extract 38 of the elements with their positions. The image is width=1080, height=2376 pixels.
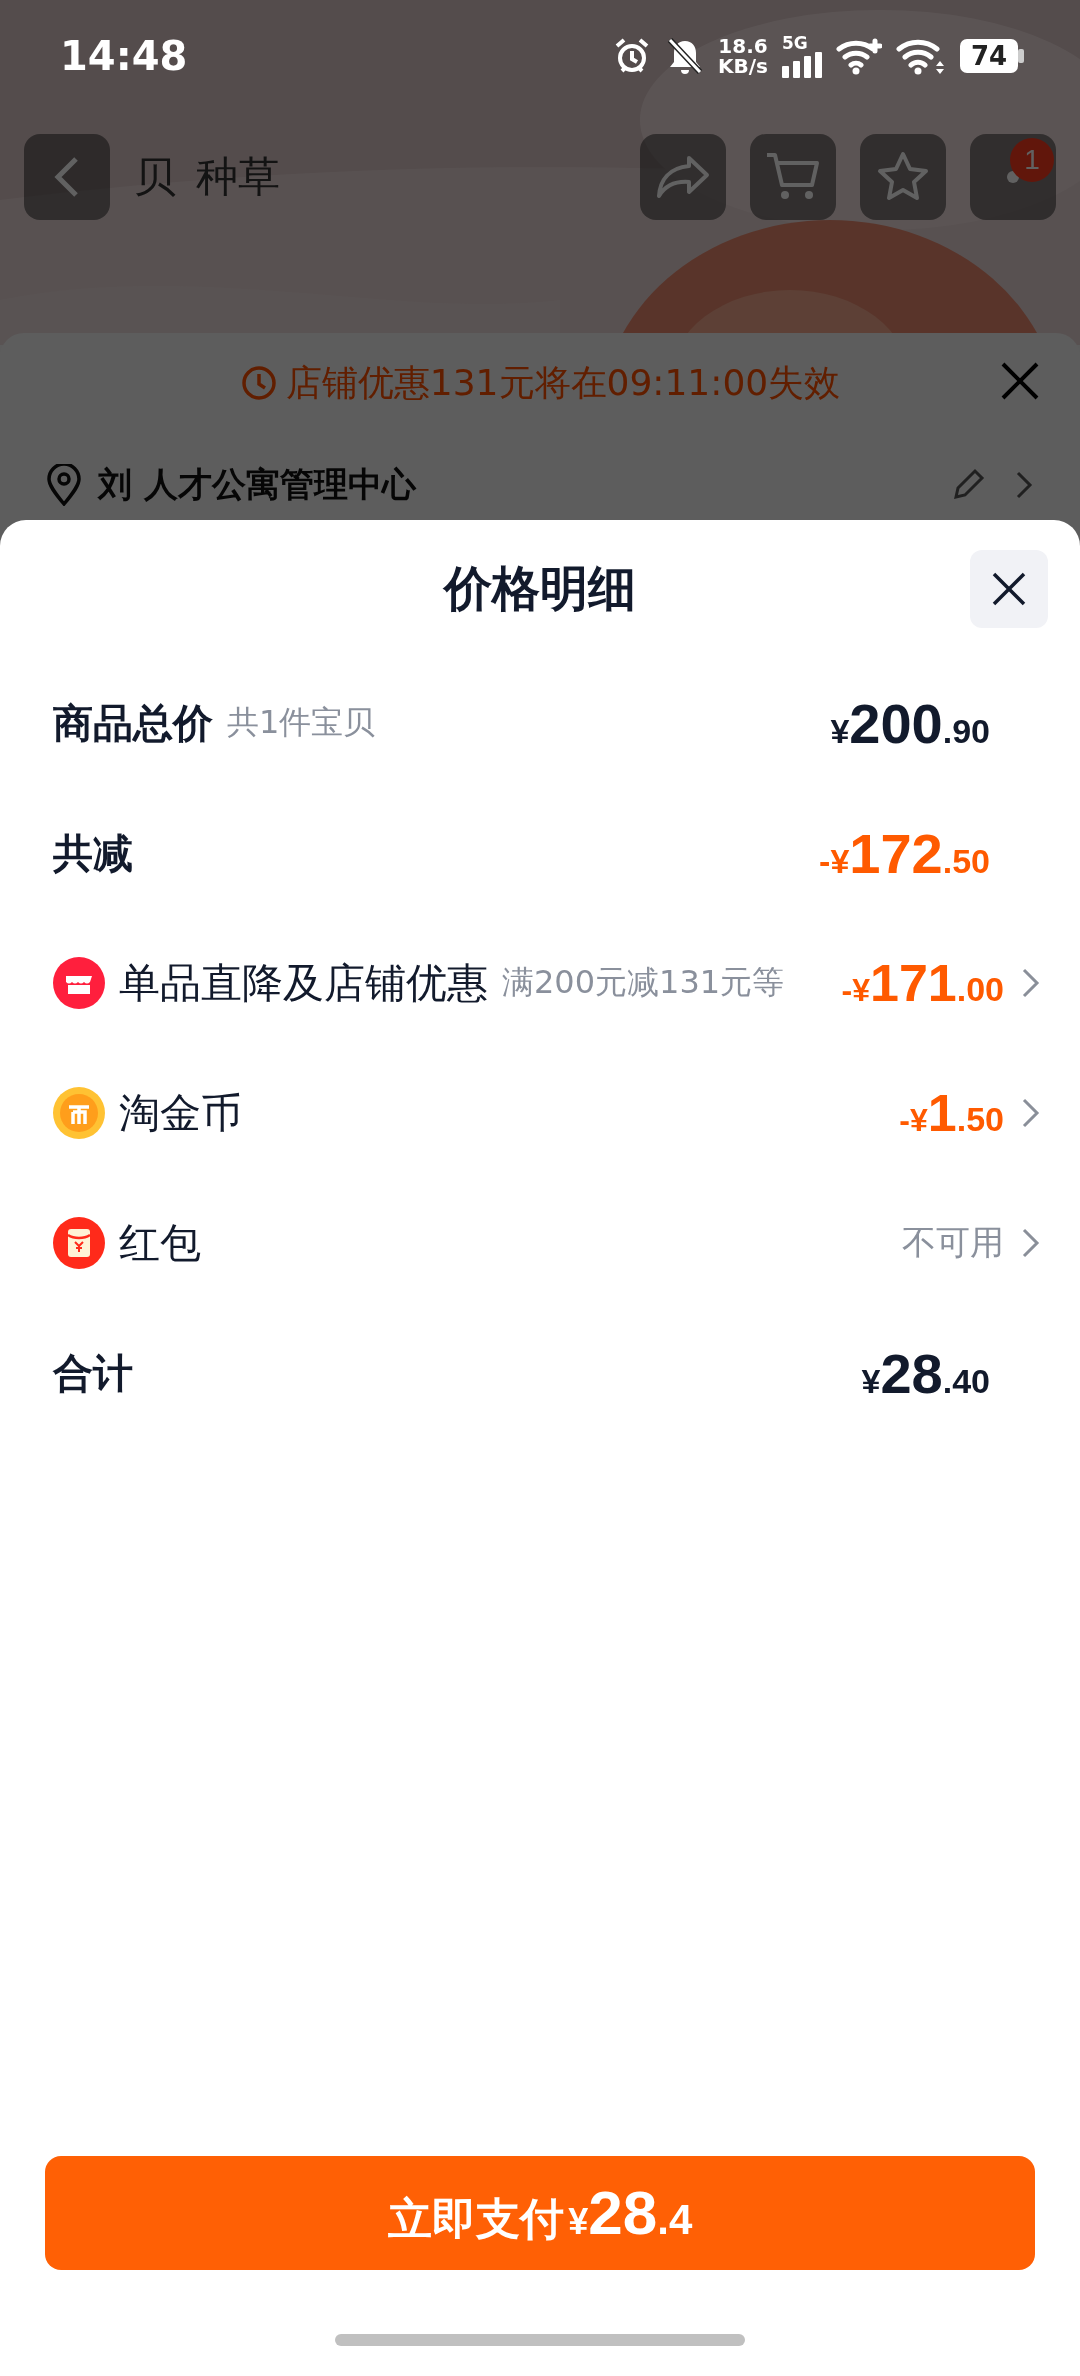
close-icon[interactable]	[1000, 361, 1040, 401]
signal-icon	[782, 52, 822, 78]
row-note: 满200元减131元等	[502, 962, 785, 1003]
page-tab[interactable]: 贝	[134, 149, 176, 205]
coin-icon	[53, 1087, 105, 1139]
amount: ¥28.40	[861, 1340, 990, 1406]
network-speed: 18.6	[718, 36, 768, 56]
row-label: 合计	[53, 1348, 133, 1398]
network-type: 5G	[782, 34, 808, 52]
share-icon	[655, 154, 711, 200]
envelope-icon	[53, 1217, 105, 1269]
star-icon	[876, 151, 930, 203]
store-icon	[53, 957, 105, 1009]
row-note: 共1件宝贝	[227, 702, 376, 743]
status-time: 14:48	[60, 33, 189, 79]
row-label: 商品总价	[53, 698, 213, 748]
amount: -¥171.00	[841, 953, 1004, 1013]
page-tab[interactable]: 种草	[196, 149, 280, 205]
muted-bell-icon	[666, 36, 705, 76]
location-pin-icon	[46, 464, 82, 506]
pay-now-button[interactable]: 立即支付¥28.4	[45, 2156, 1035, 2270]
expiry-notice: 店铺优惠131元将在09:11:00失效	[285, 360, 841, 405]
wifi-icon	[896, 37, 946, 75]
amount: ¥200.90	[830, 690, 990, 756]
delivery-address: 刘 人才公寓管理中心	[98, 463, 418, 506]
wifi-icon	[836, 37, 882, 75]
sheet-title: 价格明细	[444, 559, 636, 618]
row-label: 共减	[53, 828, 133, 878]
clock-icon	[239, 364, 278, 402]
amount: -¥172.50	[819, 820, 990, 886]
network-speed-unit: KB/s	[718, 56, 768, 76]
amount: -¥1.50	[899, 1083, 1004, 1143]
close-icon	[991, 571, 1027, 607]
status-text: 不可用	[902, 1221, 1004, 1264]
row-label: 红包	[119, 1217, 201, 1269]
row-label: 淘金币	[119, 1087, 242, 1139]
row-label: 单品直降及店铺优惠	[119, 957, 488, 1009]
close-button[interactable]	[970, 550, 1048, 628]
